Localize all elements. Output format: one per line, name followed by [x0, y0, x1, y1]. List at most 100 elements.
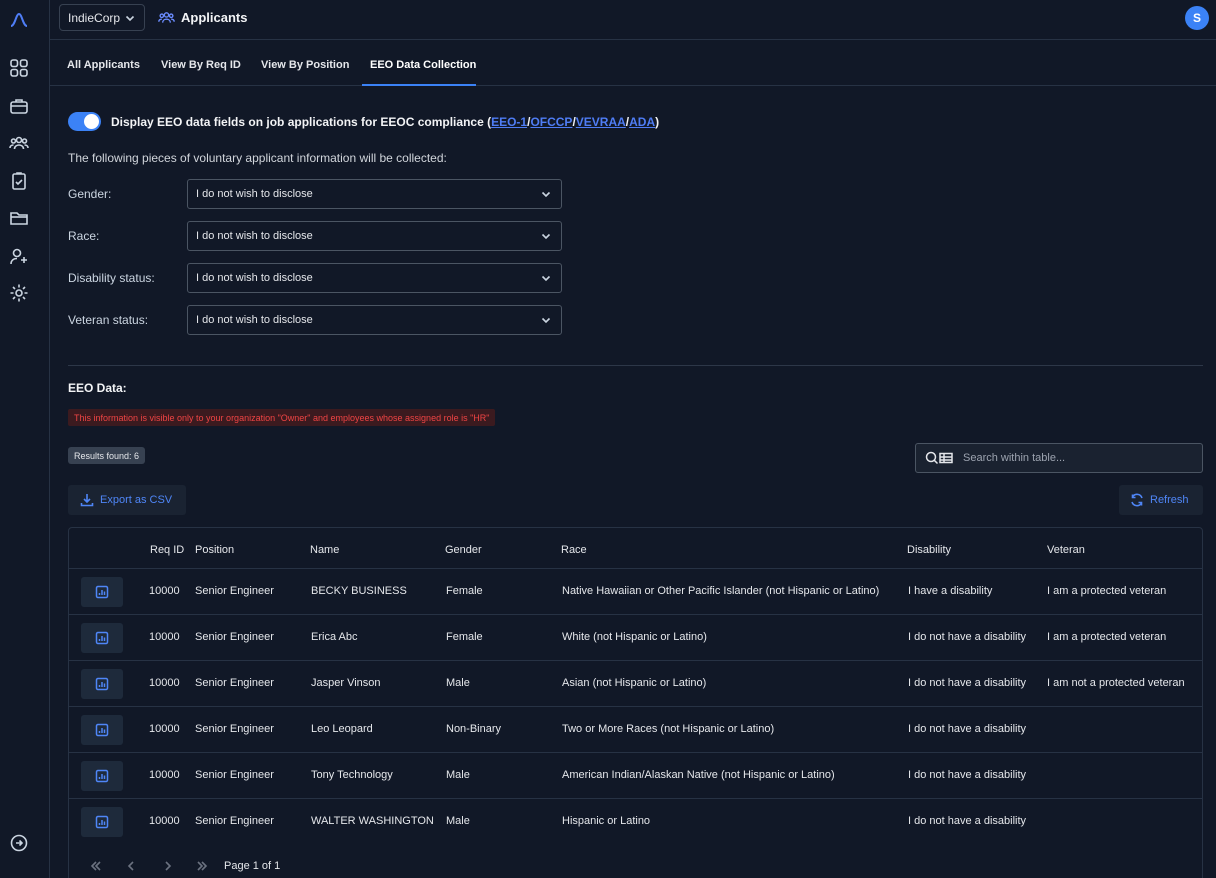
gender-label: Gender:: [68, 187, 112, 201]
disability-status-select[interactable]: I do not wish to disclose: [187, 263, 562, 293]
disability-status-label: Disability status:: [68, 271, 155, 285]
tab-view-by-position[interactable]: View By Position: [261, 59, 349, 71]
view-report-button[interactable]: [81, 669, 123, 699]
dashboard-grid-icon[interactable]: [9, 58, 29, 78]
chevron-down-icon: [541, 273, 551, 283]
column-header-position[interactable]: Position: [195, 544, 234, 556]
veteran-status-select[interactable]: I do not wish to disclose: [187, 305, 562, 335]
eeo-data-heading: EEO Data:: [68, 381, 127, 395]
refresh-button[interactable]: Refresh: [1119, 485, 1203, 515]
eeo-toggle-switch[interactable]: [68, 112, 101, 131]
link-eeo-1[interactable]: EEO-1: [491, 115, 527, 129]
table-row: 10000 Senior Engineer Erica Abc Female White…: [69, 614, 1202, 660]
next-page-icon[interactable]: [161, 859, 175, 873]
page-indicator: Page 1 of 1: [224, 860, 281, 872]
link-vevraa[interactable]: VEVRAA: [576, 115, 626, 129]
view-report-button[interactable]: [81, 807, 123, 837]
cell-req-id: 10000: [149, 585, 180, 597]
chevron-down-icon: [541, 315, 551, 325]
cell-position: Senior Engineer: [195, 677, 274, 689]
search-table-icon: [925, 451, 953, 465]
cell-disability: I do not have a disability: [908, 723, 1027, 735]
eeo-toggle-label: Display EEO data fields on job applicati…: [111, 115, 659, 129]
column-header-name[interactable]: Name: [310, 544, 339, 556]
sign-out-icon[interactable]: [9, 833, 29, 853]
chart-report-icon: [95, 677, 109, 691]
cell-race: American Indian/Alaskan Native (not Hisp…: [562, 769, 835, 781]
folder-icon[interactable]: [9, 208, 29, 228]
logo-icon[interactable]: [9, 10, 29, 30]
section-divider: [68, 365, 1203, 366]
page-title: Applicants: [181, 10, 248, 25]
briefcase-icon[interactable]: [9, 96, 29, 116]
topbar: IndieCorp Applicants S: [50, 0, 1216, 40]
cell-veteran: I am a protected veteran: [1047, 585, 1167, 597]
column-header-race[interactable]: Race: [561, 544, 587, 556]
cell-position: Senior Engineer: [195, 585, 274, 597]
race-label: Race:: [68, 229, 100, 243]
first-page-icon[interactable]: [89, 859, 103, 873]
toggle-knob: [84, 114, 99, 129]
org-selector[interactable]: IndieCorp: [59, 4, 145, 31]
table-search-box[interactable]: [915, 443, 1203, 473]
toggle-label-text: Display EEO data fields on job applicati…: [111, 115, 492, 129]
cell-veteran: I am a protected veteran: [1047, 631, 1167, 643]
settings-gear-icon[interactable]: [9, 283, 29, 303]
tab-all-applicants[interactable]: All Applicants: [67, 59, 140, 71]
cell-req-id: 10000: [149, 723, 180, 735]
cell-veteran: I am not a protected veteran: [1047, 677, 1185, 689]
view-report-button[interactable]: [81, 761, 123, 791]
veteran-select-value: I do not wish to disclose: [196, 314, 313, 326]
cell-race: Asian (not Hispanic or Latino): [562, 677, 707, 689]
cell-name: WALTER WASHINGTON: [311, 815, 434, 827]
gender-select[interactable]: I do not wish to disclose: [187, 179, 562, 209]
cell-name: Leo Leopard: [311, 723, 373, 735]
table-row: 10000 Senior Engineer WALTER WASHINGTON Mal…: [69, 798, 1202, 844]
chart-report-icon: [95, 723, 109, 737]
column-header-veteran[interactable]: Veteran: [1047, 544, 1085, 556]
page-title-group: Applicants: [158, 9, 247, 26]
cell-position: Senior Engineer: [195, 631, 274, 643]
visibility-warning-badge: This information is visible only to your…: [68, 409, 496, 426]
column-header-gender[interactable]: Gender: [445, 544, 482, 556]
cell-gender: Female: [446, 585, 483, 597]
column-header-req-id[interactable]: Req ID: [150, 544, 184, 556]
chart-report-icon: [95, 585, 109, 599]
cell-position: Senior Engineer: [195, 769, 274, 781]
export-csv-label: Export as CSV: [100, 494, 173, 506]
cell-req-id: 10000: [149, 677, 180, 689]
pagination: Page 1 of 1: [69, 850, 1202, 878]
people-icon[interactable]: [9, 133, 29, 153]
veteran-status-label: Veteran status:: [68, 313, 149, 327]
view-report-button[interactable]: [81, 715, 123, 745]
cell-gender: Male: [446, 815, 470, 827]
cell-req-id: 10000: [149, 815, 180, 827]
view-report-button[interactable]: [81, 577, 123, 607]
view-report-button[interactable]: [81, 623, 123, 653]
disability-select-value: I do not wish to disclose: [196, 272, 313, 284]
link-ofccp[interactable]: OFCCP: [530, 115, 572, 129]
table-row: 10000 Senior Engineer Leo Leopard Non-Binar…: [69, 706, 1202, 752]
race-select[interactable]: I do not wish to disclose: [187, 221, 562, 251]
tab-eeo-data-collection[interactable]: EEO Data Collection: [370, 59, 476, 71]
eeo-data-table: Req ID Position Name Gender Race Disabil…: [68, 527, 1203, 878]
cell-race: Hispanic or Latino: [562, 815, 651, 827]
last-page-icon[interactable]: [195, 859, 209, 873]
search-input[interactable]: [963, 452, 1183, 464]
collection-intro-text: The following pieces of voluntary applic…: [68, 151, 447, 165]
previous-page-icon[interactable]: [124, 859, 138, 873]
link-ada[interactable]: ADA: [629, 115, 655, 129]
table-row: 10000 Senior Engineer Tony Technology Male A…: [69, 752, 1202, 798]
cell-name: Erica Abc: [311, 631, 358, 643]
cell-disability: I do not have a disability: [908, 631, 1027, 643]
cell-name: BECKY BUSINESS: [311, 585, 407, 597]
user-avatar[interactable]: S: [1185, 6, 1209, 30]
tab-view-by-req-id[interactable]: View By Req ID: [161, 59, 241, 71]
export-csv-button[interactable]: Export as CSV: [68, 485, 186, 515]
add-user-icon[interactable]: [9, 246, 29, 266]
clipboard-check-icon[interactable]: [9, 171, 29, 191]
column-header-disability[interactable]: Disability: [907, 544, 951, 556]
cell-disability: I do not have a disability: [908, 769, 1027, 781]
cell-position: Senior Engineer: [195, 723, 274, 735]
chevron-down-icon: [541, 231, 551, 241]
